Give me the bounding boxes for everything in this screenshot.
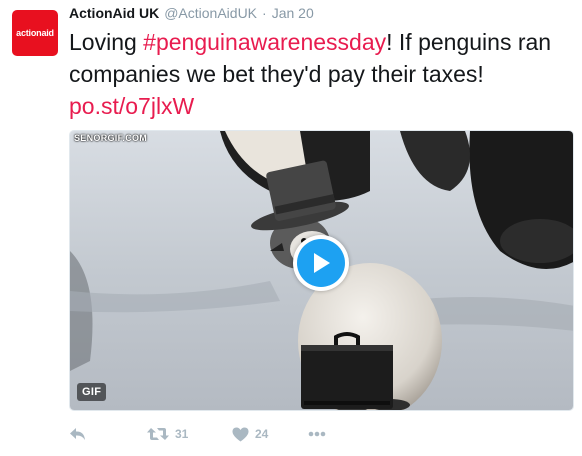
heart-icon: [232, 427, 249, 441]
hashtag-link[interactable]: #penguinawarenessday: [143, 29, 386, 55]
timestamp[interactable]: Jan 20: [272, 5, 314, 21]
more-icon: [308, 431, 326, 437]
reply-button[interactable]: [69, 426, 87, 442]
more-button[interactable]: [308, 431, 326, 437]
play-icon: [297, 239, 345, 287]
tweet-text: Loving #penguinawarenessday! If penguins…: [69, 26, 574, 122]
retweet-icon: [147, 428, 169, 440]
gif-badge: GIF: [77, 383, 107, 401]
avatar[interactable]: actionaid: [12, 10, 58, 56]
tweet-text-start: Loving: [69, 29, 144, 55]
tweet-header: ActionAid UK @ActionAidUK · Jan 20: [69, 5, 314, 21]
like-count: 24: [255, 427, 269, 441]
separator-dot: ·: [262, 5, 267, 21]
like-button[interactable]: 24: [232, 427, 268, 442]
retweet-count: 31: [175, 427, 189, 441]
gif-watermark: SENORGIF.COM: [74, 133, 148, 143]
tweet: actionaid ActionAid UK @ActionAidUK · Ja…: [0, 0, 582, 456]
actionaid-logo: actionaid: [16, 28, 54, 38]
gif-media[interactable]: SENORGIF.COM GIF: [69, 130, 574, 411]
reply-icon: [70, 428, 85, 440]
retweet-button[interactable]: 31: [147, 426, 188, 442]
user-handle[interactable]: @ActionAidUK: [164, 5, 257, 21]
url-link[interactable]: po.st/o7jlxW: [69, 93, 194, 119]
play-button[interactable]: [293, 235, 349, 291]
display-name[interactable]: ActionAid UK: [69, 5, 159, 21]
